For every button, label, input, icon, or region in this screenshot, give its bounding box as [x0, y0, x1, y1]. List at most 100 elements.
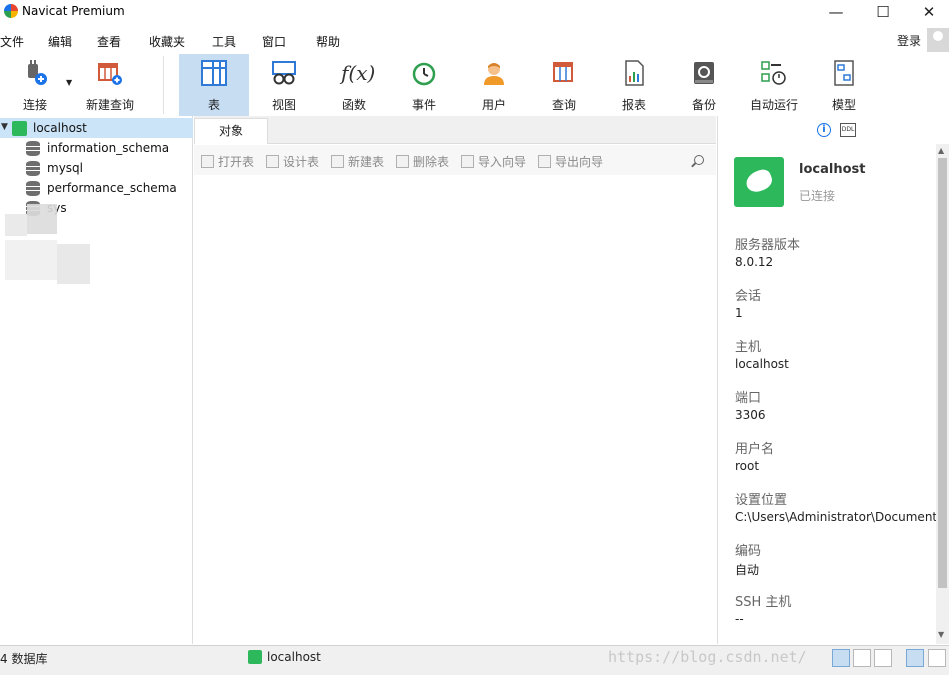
host-label: 主机: [735, 340, 762, 355]
mysql-connection-icon: [12, 121, 27, 136]
menu-window[interactable]: 窗口: [262, 33, 286, 50]
watermark-text: https://blog.csdn.net/: [608, 648, 807, 666]
query-button[interactable]: 查询: [529, 54, 599, 116]
delete-table-button[interactable]: 删除表: [396, 153, 449, 170]
model-label: 模型: [831, 98, 856, 112]
user-avatar-icon[interactable]: [927, 28, 949, 52]
menu-tools[interactable]: 工具: [212, 33, 236, 50]
menu-favorites[interactable]: 收藏夹: [149, 33, 185, 50]
user-icon: [484, 63, 504, 85]
main-toolbar: 连接 ▼ 新建查询 表 视图 f(x) 函数 事件 用户 查询 报表 备份 自动…: [0, 54, 949, 116]
close-button[interactable]: ✕: [906, 0, 949, 26]
title-bar: Navicat Premium — ☐ ✕: [0, 0, 949, 26]
info-panel-scrollbar[interactable]: ▲ ▼: [936, 144, 949, 644]
detail-view-icon[interactable]: [874, 649, 892, 667]
port-label: 端口: [735, 391, 762, 406]
scroll-up-icon[interactable]: ▲: [938, 146, 944, 155]
connect-label: 连接: [22, 98, 47, 112]
minimize-button[interactable]: —: [813, 0, 859, 26]
status-bar: 4 数据库 localhost https://blog.csdn.net/: [0, 645, 949, 675]
info-icon[interactable]: i: [817, 123, 831, 137]
open-table-icon: [201, 155, 214, 168]
model-button[interactable]: 模型: [809, 54, 879, 116]
menu-view[interactable]: 查看: [97, 33, 121, 50]
expand-chevron-icon[interactable]: ▼: [1, 122, 8, 132]
database-icon: [26, 161, 40, 176]
new-table-icon: [331, 155, 344, 168]
port-value: 3306: [735, 408, 766, 422]
tree-item-mysql[interactable]: mysql: [0, 158, 193, 178]
view-glasses-icon: [272, 61, 296, 85]
view-button[interactable]: 视图: [249, 54, 319, 116]
tree-db-label: performance_schema: [47, 181, 177, 195]
delete-table-icon: [396, 155, 409, 168]
connection-tree: ▼ localhost information_schema mysql per…: [0, 116, 193, 644]
backup-label: 备份: [691, 98, 716, 112]
info-panel: i DDL localhost 已连接 服务器版本 8.0.12 会话 1 主机…: [717, 116, 949, 644]
report-label: 报表: [621, 98, 646, 112]
ssh-host-label: SSH 主机: [735, 595, 792, 610]
backup-button[interactable]: 备份: [669, 54, 739, 116]
design-table-icon: [266, 155, 279, 168]
backup-icon: [694, 62, 714, 84]
menu-file[interactable]: 文件: [0, 33, 24, 50]
clock-icon: [412, 62, 436, 86]
query-label: 查询: [551, 98, 576, 112]
username-value: root: [735, 459, 760, 473]
host-value: localhost: [735, 357, 789, 371]
encoding-value: 自动: [735, 563, 760, 577]
function-button[interactable]: f(x) 函数: [319, 54, 389, 116]
connect-dropdown-icon[interactable]: ▼: [66, 78, 72, 87]
tree-item-information-schema[interactable]: information_schema: [0, 138, 193, 158]
tree-item-performance-schema[interactable]: performance_schema: [0, 178, 193, 198]
automation-button[interactable]: 自动运行: [739, 54, 809, 116]
scroll-down-icon[interactable]: ▼: [938, 630, 944, 639]
mysql-connection-icon: [248, 650, 262, 664]
settings-location-label: 设置位置: [735, 493, 788, 508]
database-count: 4 数据库: [0, 652, 48, 666]
search-icon[interactable]: [694, 155, 704, 165]
plug-icon: [28, 60, 47, 85]
toolbar-separator: [163, 56, 164, 114]
design-table-button[interactable]: 设计表: [266, 153, 319, 170]
table-label: 表: [207, 98, 220, 112]
import-wizard-button[interactable]: 导入向导: [461, 153, 526, 170]
maximize-button[interactable]: ☐: [860, 0, 906, 26]
status-connection: localhost: [248, 650, 321, 664]
connect-button[interactable]: 连接: [0, 54, 70, 116]
server-version-label: 服务器版本: [735, 238, 801, 253]
ssh-host-value: --: [735, 612, 744, 626]
menu-edit[interactable]: 编辑: [48, 33, 72, 50]
mysql-dolphin-icon: [734, 157, 784, 207]
export-wizard-button[interactable]: 导出向导: [538, 153, 603, 170]
query-icon: [553, 62, 573, 82]
menu-help[interactable]: 帮助: [316, 33, 340, 50]
tree-item-localhost[interactable]: ▼ localhost: [0, 118, 193, 138]
list-view-icon[interactable]: [853, 649, 871, 667]
table-icon: [201, 60, 227, 86]
toggle-info-panel-icon[interactable]: [906, 649, 924, 667]
login-link[interactable]: 登录: [897, 32, 921, 49]
server-version-value: 8.0.12: [735, 255, 774, 269]
new-table-button[interactable]: 新建表: [331, 153, 384, 170]
new-query-button[interactable]: 新建查询: [75, 54, 145, 116]
sessions-value: 1: [735, 306, 743, 320]
open-table-button[interactable]: 打开表: [201, 153, 254, 170]
table-button[interactable]: 表: [179, 54, 249, 116]
settings-location-value: C:\Users\Administrator\Documents: [735, 510, 944, 524]
scroll-thumb[interactable]: [938, 158, 947, 588]
ddl-icon[interactable]: DDL: [840, 123, 856, 137]
event-button[interactable]: 事件: [389, 54, 459, 116]
report-button[interactable]: 报表: [599, 54, 669, 116]
sessions-label: 会话: [735, 289, 762, 304]
connection-name: localhost: [799, 162, 866, 177]
grid-view-icon[interactable]: [832, 649, 850, 667]
tree-db-label: information_schema: [47, 141, 170, 155]
object-list-area[interactable]: [194, 175, 716, 644]
toggle-side-panel-icon[interactable]: [928, 649, 946, 667]
tab-objects[interactable]: 对象: [194, 118, 268, 144]
redacted-area: [5, 204, 90, 284]
function-fx-icon: f(x): [341, 61, 376, 85]
user-button[interactable]: 用户: [459, 54, 529, 116]
import-icon: [461, 155, 474, 168]
